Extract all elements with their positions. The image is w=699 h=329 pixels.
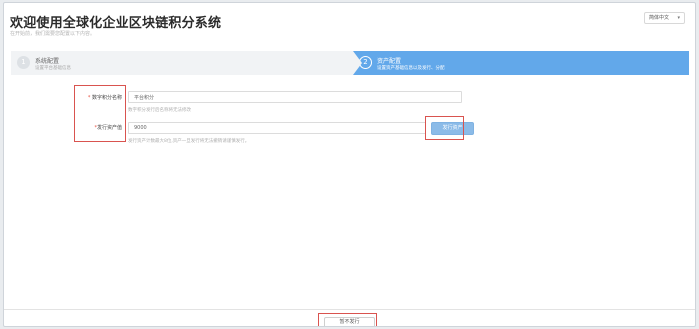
app-window: 欢迎使用全球化企业区块链积分系统 在开始前，我们需要您配置以下内容。 简体中文 …: [3, 2, 696, 327]
issue-amount-input[interactable]: [128, 122, 426, 134]
page-title: 欢迎使用全球化企业区块链积分系统: [10, 16, 222, 31]
language-select-value: 简体中文: [649, 15, 670, 21]
step-system-config: 1 系统配置 设置平台基础信息: [11, 51, 362, 75]
step-asset-config: 2 资产配置 设置资产基础信息以及发行、分配: [353, 51, 689, 75]
footer-divider: [4, 309, 695, 310]
step-title: 系统配置: [35, 58, 60, 65]
issue-asset-button[interactable]: 发行资产: [431, 122, 474, 135]
caret-down-icon: ▾: [677, 15, 680, 21]
step-number: 1: [17, 56, 30, 69]
points-name-input[interactable]: [128, 91, 462, 103]
step-description: 设置资产基础信息以及发行、分配: [377, 66, 445, 71]
step-title: 资产配置: [377, 58, 402, 65]
language-select[interactable]: 简体中文 ▾: [644, 12, 685, 24]
step-arrow: [353, 51, 362, 75]
required-mark: *: [87, 95, 91, 101]
points-name-label: * 数字积分名称: [87, 95, 122, 101]
issue-amount-label: *发行资产值: [94, 125, 122, 131]
points-name-help: 数字积分发行后名称将无法修改: [128, 108, 191, 113]
step-description: 设置平台基础信息: [35, 66, 71, 71]
page-subtitle: 在开始前，我们需要您配置以下内容。: [10, 31, 96, 37]
skip-issue-button[interactable]: 暂不发行: [324, 317, 375, 326]
step-progress: 1 系统配置 设置平台基础信息 2 资产配置 设置资产基础信息以及发行、分配: [11, 51, 689, 75]
issue-amount-help: 发行资产计数最大8位,资产一旦发行将无法撤销请谨慎发行。: [128, 139, 250, 144]
